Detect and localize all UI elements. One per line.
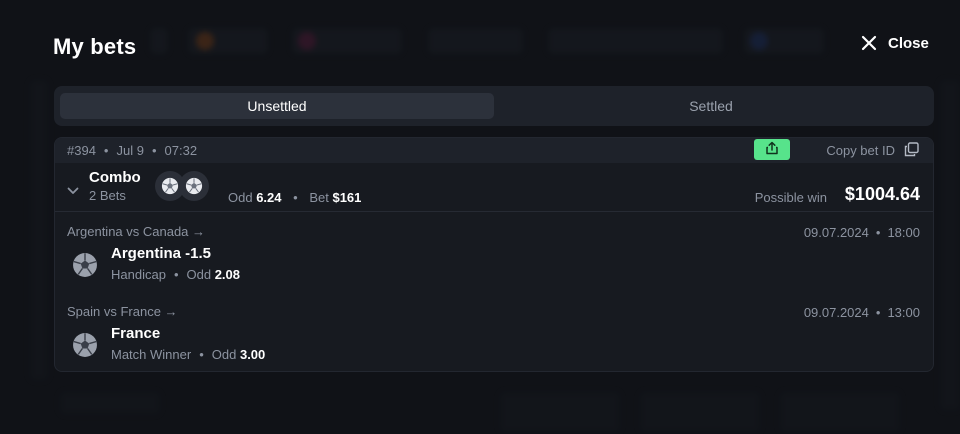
- separator-dot: •: [103, 143, 109, 158]
- possible-win-value: $1004.64: [844, 184, 920, 204]
- combo-odd-value: 6.24: [256, 190, 282, 205]
- possible-win-label: Possible win: [754, 190, 827, 205]
- combo-summary-row[interactable]: Combo 2 Bets Odd 6.24 • Bet $161 Possibl…: [55, 163, 933, 212]
- bet-time: 07:32: [164, 143, 198, 158]
- bet-id: #394: [67, 143, 96, 158]
- copy-icon: [904, 141, 919, 160]
- share-icon: [765, 141, 779, 158]
- separator-dot: •: [173, 267, 179, 282]
- match-link[interactable]: Argentina vs Canada →: [67, 224, 205, 239]
- bet-date: Jul 9: [116, 143, 144, 158]
- separator-dot: •: [199, 347, 204, 362]
- match-name: Spain vs France: [67, 304, 161, 319]
- selection-odd-value: 2.08: [214, 267, 241, 282]
- bet-type: Combo: [89, 169, 141, 186]
- modal-title: My bets: [53, 34, 137, 59]
- selection-market: Match Winner • Odd 3.00: [111, 347, 265, 362]
- separator-dot: •: [875, 305, 881, 320]
- selection-datetime: 09.07.2024 • 18:00: [804, 225, 920, 240]
- market-name: Match Winner: [111, 347, 192, 362]
- selection-item: Spain vs France → 09.07.2024 • 13:00 Franc…: [55, 292, 933, 371]
- bets-tabs: Unsettled Settled: [54, 86, 934, 126]
- odd-label: Odd: [186, 267, 212, 282]
- soccer-ball-icon: [72, 252, 98, 278]
- copy-bet-id-label: Copy bet ID: [826, 143, 895, 158]
- chevron-down-icon[interactable]: [67, 182, 79, 200]
- match-link[interactable]: Spain vs France →: [67, 304, 178, 319]
- copy-bet-id-button[interactable]: Copy bet ID: [826, 138, 919, 163]
- close-label: Close: [888, 34, 929, 52]
- selection-pick: France: [111, 325, 161, 342]
- close-button[interactable]: Close: [860, 32, 929, 54]
- separator-dot: •: [293, 190, 298, 205]
- stake-value: $161: [332, 190, 362, 205]
- selection-odd-value: 3.00: [239, 347, 266, 362]
- soccer-ball-icon: [179, 171, 209, 201]
- selection-pick: Argentina -1.5: [111, 245, 212, 262]
- bet-count: 2 Bets: [89, 188, 126, 203]
- tab-unsettled[interactable]: Unsettled: [60, 93, 494, 119]
- selection-datetime: 09.07.2024 • 13:00: [804, 305, 920, 320]
- selection-market: Handicap • Odd 2.08: [111, 267, 240, 282]
- odd-label: Odd: [211, 347, 237, 362]
- separator-dot: •: [875, 225, 881, 240]
- selection-time: 18:00: [887, 225, 920, 240]
- close-icon: [860, 34, 878, 52]
- selection-date: 09.07.2024: [803, 225, 869, 240]
- bet-label: Bet: [309, 190, 329, 205]
- bet-card: #394 • Jul 9 • 07:32 Copy bet ID Combo 2…: [54, 137, 934, 372]
- selection-date: 09.07.2024: [803, 305, 869, 320]
- separator-dot: •: [151, 143, 157, 158]
- tab-settled[interactable]: Settled: [494, 93, 928, 119]
- match-name: Argentina vs Canada: [67, 224, 189, 239]
- selection-item: Argentina vs Canada → 09.07.2024 • 18:00 A…: [55, 212, 933, 292]
- odd-label: Odd: [228, 190, 253, 205]
- selection-time: 13:00: [887, 305, 920, 320]
- sport-icon-stack: [155, 171, 211, 201]
- share-button[interactable]: [754, 139, 790, 160]
- market-name: Handicap: [111, 267, 166, 282]
- soccer-ball-icon: [72, 332, 98, 358]
- bet-card-header: #394 • Jul 9 • 07:32 Copy bet ID: [55, 138, 933, 163]
- combo-odd-and-stake: Odd 6.24 • Bet $161: [228, 190, 361, 205]
